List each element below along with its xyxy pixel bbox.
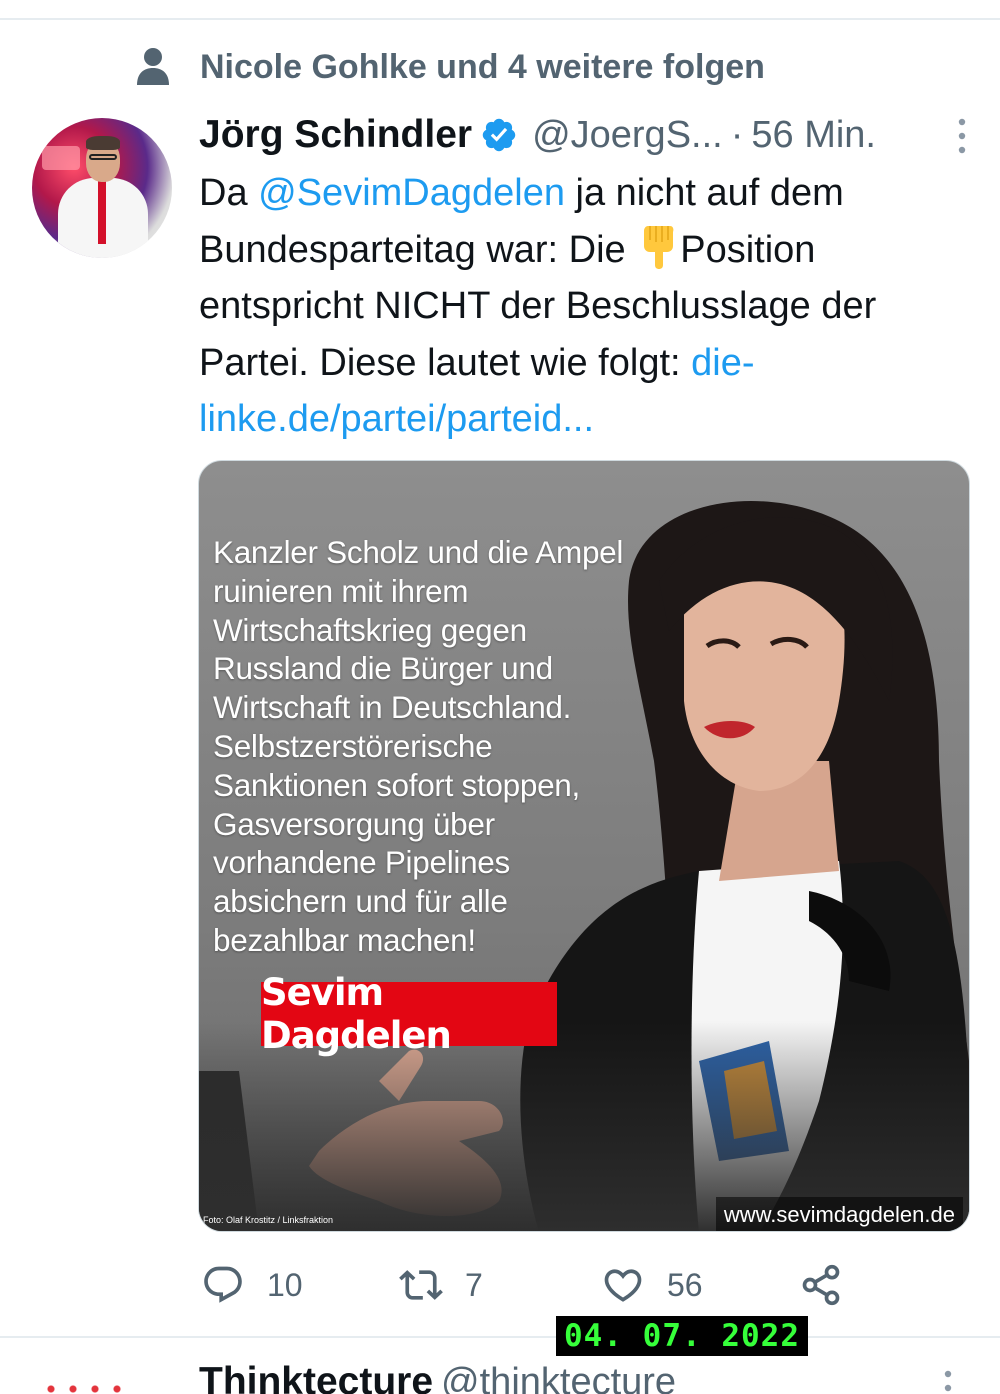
- heart-icon: [604, 1269, 642, 1302]
- author-name[interactable]: Jörg Schindler: [199, 113, 472, 157]
- next-more-options-icon[interactable]: [941, 1368, 955, 1394]
- media-quote-text: Kanzler Scholz und die Ampel ruinieren m…: [213, 534, 624, 958]
- top-divider: [0, 18, 1000, 20]
- tweet-media-image[interactable]: Kanzler Scholz und die Ampel ruinieren m…: [198, 460, 970, 1232]
- mention-link[interactable]: @SevimDagdelen: [258, 172, 565, 214]
- tweet-actions: 10 7 56: [199, 1258, 859, 1312]
- like-button[interactable]: 56: [601, 1258, 703, 1312]
- author-avatar[interactable]: [32, 118, 172, 258]
- more-options-icon[interactable]: [955, 116, 969, 156]
- author-handle[interactable]: @JoergS...: [532, 114, 723, 157]
- separator-dot: ·: [730, 113, 744, 156]
- reply-button[interactable]: 10: [201, 1258, 303, 1312]
- like-count: 56: [667, 1266, 703, 1303]
- media-website: www.sevimdagdelen.de: [715, 1197, 963, 1231]
- social-context-text: Nicole Gohlke und 4 weitere folgen: [200, 47, 765, 86]
- tweet-time[interactable]: 56 Min.: [751, 114, 876, 157]
- next-tweet-header: Thinktecture @thinktecture: [199, 1360, 676, 1394]
- tweet-text: Da @SevimDagdelen ja nicht auf dem Bunde…: [199, 165, 979, 448]
- tweet-text-part: Da: [199, 172, 259, 214]
- media-name-banner-text: Sevim Dagdelen: [261, 971, 452, 1057]
- verified-badge-icon: [482, 118, 516, 152]
- pointing-down-emoji-icon: [644, 225, 674, 269]
- media-name-banner: Sevim Dagdelen: [261, 971, 557, 1057]
- tweet-divider: [0, 1336, 1000, 1338]
- retweet-count: 7: [465, 1266, 483, 1303]
- share-icon: [802, 1264, 840, 1306]
- date-stamp: 04. 07. 2022: [556, 1316, 808, 1356]
- person-icon: [137, 48, 169, 85]
- next-tweet-avatar[interactable]: [40, 1384, 130, 1394]
- next-author-handle[interactable]: @thinktecture: [441, 1361, 676, 1394]
- reply-count: 10: [267, 1266, 303, 1303]
- share-button[interactable]: [799, 1258, 843, 1312]
- reply-icon: [204, 1266, 242, 1303]
- retweet-icon: [399, 1270, 443, 1300]
- media-photo-credit: Foto: Olaf Krostitz / Linksfraktion: [203, 1215, 334, 1225]
- next-author-name[interactable]: Thinktecture: [199, 1360, 433, 1394]
- social-context[interactable]: Nicole Gohlke und 4 weitere folgen: [136, 44, 765, 90]
- retweet-button[interactable]: 7: [399, 1258, 483, 1312]
- tweet-header: Jörg Schindler @JoergS... · 56 Min.: [199, 108, 969, 162]
